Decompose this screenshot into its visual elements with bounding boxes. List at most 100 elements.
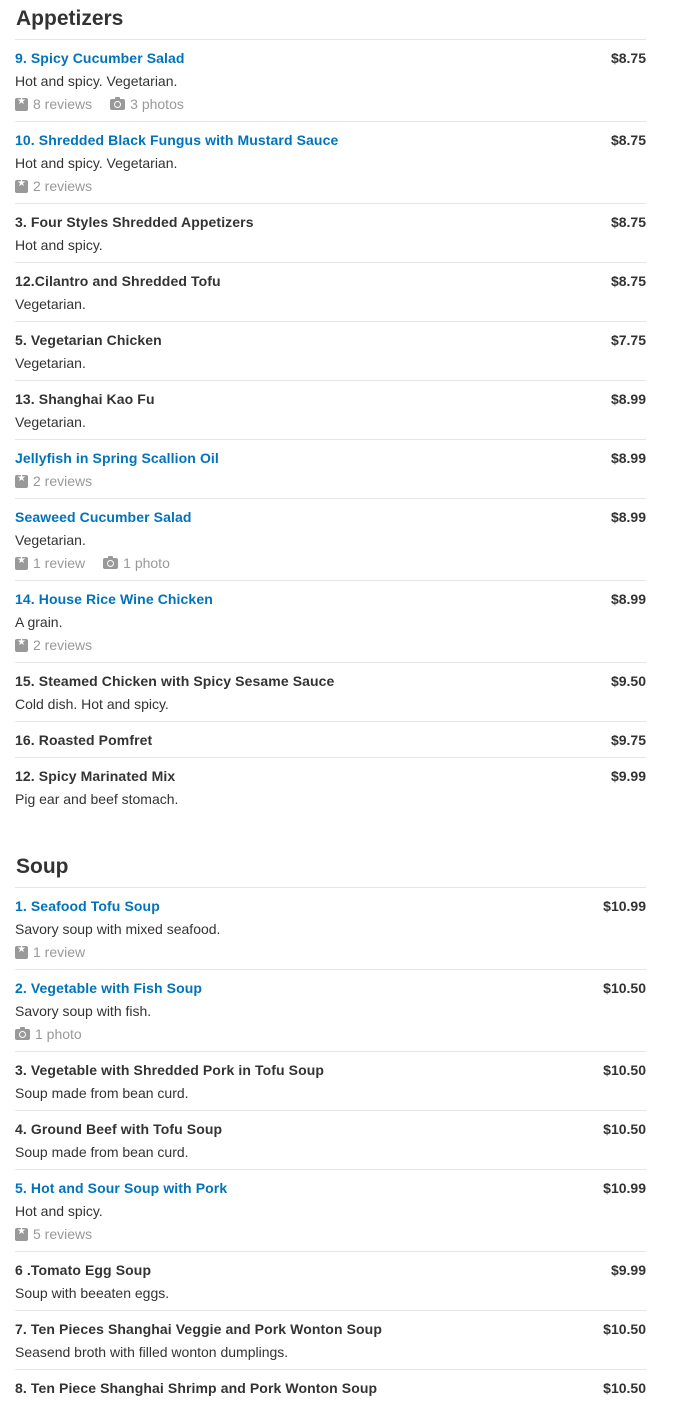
star-icon [15,1226,28,1241]
menu-item: 16. Roasted Pomfret $9.75 [15,722,646,758]
menu-item-list: 1. Seafood Tofu Soup Savory soup with mix… [15,888,646,1405]
menu-item-description: Soup with beeaten eggs. [15,1285,170,1301]
menu-item-name-link[interactable]: Seaweed Cucumber Salad [15,509,601,525]
reviews-count: 1 review [33,555,86,571]
menu-item: 7. Ten Pieces Shanghai Veggie and Pork W… [15,1311,646,1370]
reviews-count: 2 reviews [33,473,93,489]
menu-item-details: 5. Hot and Sour Soup with Pork Hot and sp… [15,1180,593,1242]
menu-item-price: $8.75 [610,50,646,66]
reviews-count: 2 reviews [33,637,93,653]
menu-item: 13. Shanghai Kao Fu Vegetarian. $8.99 [15,381,646,440]
menu-item-details: 7. Ten Pieces Shanghai Veggie and Pork W… [15,1321,593,1360]
menu-item-details: 2. Vegetable with Fish Soup Savory soup w… [15,980,593,1042]
menu-item: 6 .Tomato Egg Soup Soup with beeaten eggs… [15,1252,646,1311]
menu-item-name-link[interactable]: 9. Spicy Cucumber Salad [15,50,601,66]
menu-item-price: $8.99 [610,450,646,466]
menu-item-name: 16. Roasted Pomfret [15,732,153,748]
menu-item-name-link[interactable]: 5. Hot and Sour Soup with Pork [15,1180,593,1196]
menu-item: Jellyfish in Spring Scallion Oil 2 review… [15,440,646,499]
menu-item-name-link[interactable]: Jellyfish in Spring Scallion Oil [15,450,601,466]
reviews-link[interactable]: 1 review [15,555,85,571]
menu-item-meta: 8 reviews 3 photos [15,96,601,112]
menu-item-details: 16. Roasted Pomfret [15,732,601,748]
menu-item-description: Seasend broth with filled wonton dumplin… [15,1344,289,1360]
star-icon [15,96,28,111]
menu-item-details: 9. Spicy Cucumber Salad Hot and spicy. Ve… [15,50,601,112]
reviews-count: 5 reviews [33,1226,93,1242]
menu-item-price: $7.75 [610,332,646,348]
menu-item-details: 10. Shredded Black Fungus with Mustard S… [15,132,601,194]
menu-item-description: Vegetarian. [15,532,86,548]
camera-icon [110,96,126,110]
menu-item-name: 4. Ground Beef with Tofu Soup [15,1121,223,1137]
menu-item-list: 9. Spicy Cucumber Salad Hot and spicy. Ve… [15,40,646,816]
reviews-link[interactable]: 1 review [15,944,85,960]
menu-item-name: 3. Vegetable with Shredded Pork in Tofu … [15,1062,325,1078]
menu-item-price: $8.75 [610,273,646,289]
photos-link[interactable]: 3 photos [110,96,184,112]
menu-item-price: $10.99 [603,898,646,914]
menu-item-name: 15. Steamed Chicken with Spicy Sesame Sa… [15,673,335,689]
menu-item-name-link[interactable]: 1. Seafood Tofu Soup [15,898,593,914]
section-title-appetizers: Appetizers [15,0,646,40]
menu-item-description: Hot and spicy. [15,1203,103,1219]
menu-container: Appetizers 9. Spicy Cucumber Salad Hot and… [0,0,699,1405]
camera-icon [103,555,119,569]
photos-link[interactable]: 1 photo [15,1026,82,1042]
reviews-link[interactable]: 2 reviews [15,473,92,489]
menu-item-name: 13. Shanghai Kao Fu [15,391,155,407]
menu-item: 2. Vegetable with Fish Soup Savory soup w… [15,970,646,1052]
menu-item-price: $8.75 [610,132,646,148]
menu-item-description: Hot and spicy. Vegetarian. [15,73,178,89]
menu-item-description: Soup made from bean curd. [15,1085,189,1101]
menu-item-details: 14. House Rice Wine Chicken A grain. 2 rev… [15,591,601,653]
photos-count: 3 photos [130,96,184,112]
menu-item: Seaweed Cucumber Salad Vegetarian. 1 revie… [15,499,646,581]
reviews-count: 2 reviews [33,178,93,194]
menu-item-description: Cold dish. Hot and spicy. [15,696,169,712]
menu-item-details: 3. Four Styles Shredded Appetizers Hot an… [15,214,601,253]
star-icon [15,555,28,570]
menu-item-price: $10.50 [603,1321,646,1337]
menu-item-details: 4. Ground Beef with Tofu Soup Soup made f… [15,1121,593,1160]
menu-item-price: $8.99 [610,391,646,407]
menu-item: 10. Shredded Black Fungus with Mustard S… [15,122,646,204]
reviews-count: 8 reviews [33,96,93,112]
menu-item-details: 13. Shanghai Kao Fu Vegetarian. [15,391,601,430]
menu-item-price: $9.50 [610,673,646,689]
reviews-link[interactable]: 5 reviews [15,1226,92,1242]
reviews-link[interactable]: 2 reviews [15,178,92,194]
photos-link[interactable]: 1 photo [103,555,170,571]
menu-item-description: Savory soup with fish. [15,1003,152,1019]
reviews-link[interactable]: 2 reviews [15,637,92,653]
menu-item-price: $9.75 [610,732,646,748]
menu-item-description: Vegetarian. [15,296,86,312]
menu-item-name-link[interactable]: 14. House Rice Wine Chicken [15,591,601,607]
menu-item-description: Hot and spicy. [15,237,103,253]
menu-item-details: 15. Steamed Chicken with Spicy Sesame Sa… [15,673,601,712]
menu-item-price: $10.50 [603,1380,646,1396]
menu-item-meta: 2 reviews [15,178,601,194]
menu-item-name-link[interactable]: 10. Shredded Black Fungus with Mustard S… [15,132,601,148]
menu-item-meta: 1 review [15,944,593,960]
menu-item-price: $10.99 [603,1180,646,1196]
menu-item-description: Vegetarian. [15,414,86,430]
menu-item-details: 1. Seafood Tofu Soup Savory soup with mix… [15,898,593,960]
star-icon [15,178,28,193]
menu-item-name-link[interactable]: 2. Vegetable with Fish Soup [15,980,593,996]
menu-item-meta: 2 reviews [15,473,601,489]
menu-item-price: $9.99 [610,1262,646,1278]
camera-icon [15,1026,30,1040]
menu-item-details: 5. Vegetarian Chicken Vegetarian. [15,332,601,371]
menu-item: 3. Four Styles Shredded Appetizers Hot an… [15,204,646,263]
menu-item: 1. Seafood Tofu Soup Savory soup with mix… [15,888,646,970]
menu-item-details: 12.Cilantro and Shredded Tofu Vegetarian. [15,273,601,312]
section-title-soup: Soup [15,848,646,888]
photos-count: 1 photo [35,1026,82,1042]
menu-item: 5. Vegetarian Chicken Vegetarian. $7.75 [15,322,646,381]
menu-item-name: 7. Ten Pieces Shanghai Veggie and Pork W… [15,1321,382,1337]
photos-count: 1 photo [123,555,170,571]
menu-item: 3. Vegetable with Shredded Pork in Tofu … [15,1052,646,1111]
reviews-link[interactable]: 8 reviews [15,96,92,112]
star-icon [15,944,28,959]
